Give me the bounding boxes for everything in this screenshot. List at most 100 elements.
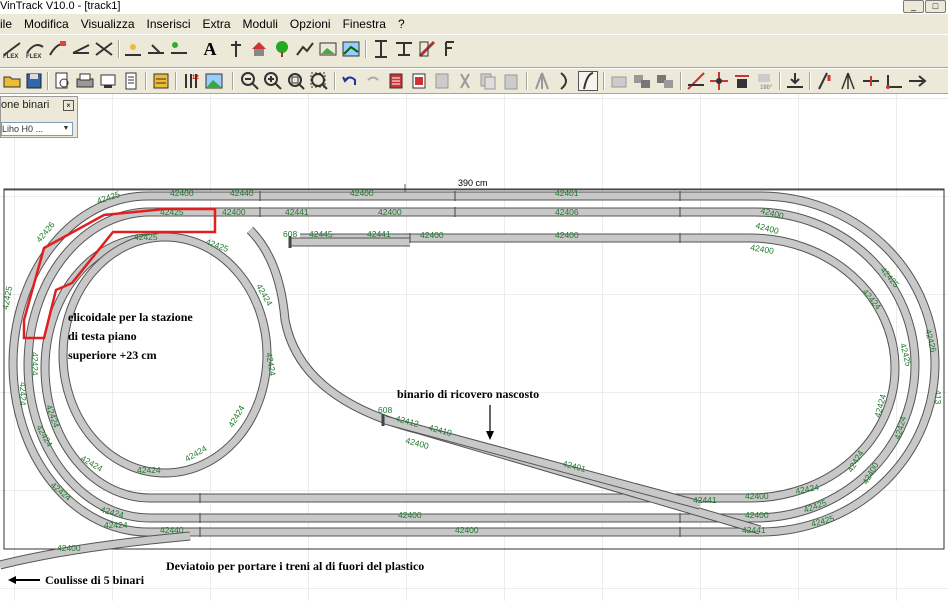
track-label: 42424 [104,520,128,530]
track-label: 42400 [420,230,444,240]
zoom-fit-icon[interactable] [309,71,329,91]
ungroup-icon[interactable] [632,71,652,91]
dimension-label: 390 cm [458,178,488,188]
image-icon[interactable] [204,71,224,91]
text-insert-icon[interactable]: A [200,39,220,59]
delete-icon[interactable] [455,71,475,91]
hidden-siding-note: binario di ricovero nascosto [397,387,539,401]
grid-icon[interactable]: 12 [181,71,201,91]
track-label: 42425 [160,207,184,217]
menu-file[interactable]: ile [0,17,18,31]
track-label: 42400 [350,188,374,198]
split-icon[interactable] [815,71,835,91]
track-label: 42441 [367,229,391,239]
f-tool-icon[interactable] [440,39,460,59]
tree-icon[interactable] [272,39,292,59]
arrange-icon[interactable] [655,71,675,91]
flex-tool-icon[interactable] [578,71,598,91]
picture-icon[interactable] [318,39,338,59]
height-icon[interactable] [341,39,361,59]
track-system-value: Liho H0 ... [2,124,44,134]
switch-icon[interactable] [532,71,552,91]
rotate-180-icon[interactable]: 180° [755,71,775,91]
move-icon[interactable] [709,71,729,91]
maximize-button[interactable]: □ [925,0,946,13]
cut-track-icon[interactable] [861,71,881,91]
page-icon[interactable] [121,71,141,91]
menu-extra[interactable]: Extra [197,17,237,31]
flex-track-2-icon[interactable]: FLEX [25,39,45,59]
turnout-icon[interactable] [71,39,91,59]
connect-icon[interactable] [146,39,166,59]
cut-icon[interactable] [432,71,452,91]
pen-icon[interactable] [394,39,414,59]
menu-modifica[interactable]: Modifica [18,17,75,31]
minimize-button[interactable]: _ [903,0,924,13]
svg-text:FLEX: FLEX [26,54,41,59]
track-system-select[interactable]: Liho H0 ... ▼ [1,122,73,136]
flex-track-icon[interactable]: FLEX [2,39,22,59]
layout-canvas[interactable]: 390 cm 42400 42440 42400 42401 42425 424… [0,94,948,601]
track-library-panel[interactable]: one binari × Liho H0 ... ▼ [0,96,78,138]
print-setup-icon[interactable] [98,71,118,91]
track-label: 42445 [309,229,333,239]
track-label: 42400 [222,207,246,217]
align-icon[interactable] [785,71,805,91]
track-label: 42441 [285,207,309,217]
undo-icon[interactable] [340,71,360,91]
track-label: 42400 [745,510,769,520]
track-label: 42400 [555,230,579,240]
track-label: 42424 [137,465,161,475]
end-icon[interactable] [907,71,927,91]
redo-icon[interactable] [363,71,383,91]
track-label: 42441 [693,495,717,505]
open-icon[interactable] [2,71,22,91]
copy-icon[interactable] [386,71,406,91]
title-bar: VinTrack V10.0 - [track1] _ □ [0,0,948,14]
helix-note-line3: superiore +23 cm [68,348,157,362]
rotate-icon[interactable] [732,71,752,91]
zoom-in-icon[interactable] [263,71,283,91]
join-icon[interactable] [838,71,858,91]
text-tool-icon[interactable] [169,39,189,59]
track-label: 42400 [398,510,422,520]
chevron-down-icon: ▼ [62,125,70,132]
track-label: 42400 [745,491,769,501]
signal-icon[interactable] [226,39,246,59]
landscape-icon[interactable] [295,39,315,59]
building-icon[interactable] [249,39,269,59]
ruler-icon[interactable] [123,39,143,59]
print-icon[interactable] [75,71,95,91]
window-title: VinTrack V10.0 - [track1] [0,0,121,12]
zoom-window-icon[interactable] [286,71,306,91]
coulisse-note: Coulisse di 5 binari [45,573,145,587]
menu-moduli[interactable]: Moduli [237,17,284,31]
menu-visualizza[interactable]: Visualizza [75,17,141,31]
crossing-icon[interactable] [94,39,114,59]
curve-icon[interactable] [48,39,68,59]
scale-icon[interactable] [417,39,437,59]
zoom-out-icon[interactable] [240,71,260,91]
measure-icon[interactable] [686,71,706,91]
group-icon[interactable] [609,71,629,91]
curve-tool-icon[interactable] [555,71,575,91]
paste-icon[interactable] [409,71,429,91]
panel-title: one binari [1,99,50,111]
library-icon[interactable] [151,71,171,91]
deviatoio-note: Deviatoio per portare i treni al di fuor… [166,559,424,573]
save-icon[interactable] [24,71,44,91]
panel-close-button[interactable]: × [63,100,74,111]
menu-opzioni[interactable]: Opzioni [284,17,337,31]
menu-help[interactable]: ? [392,17,411,31]
clipboard-icon[interactable] [478,71,498,91]
ramp-icon[interactable] [371,39,391,59]
helix-note-line1: elicoidale per la stazione [68,310,193,324]
menu-inserisci[interactable]: Inserisci [141,17,197,31]
track-layout-drawing[interactable]: 390 cm 42400 42440 42400 42401 42425 424… [0,94,948,601]
clipboard-2-icon[interactable] [501,71,521,91]
toolbar-bottom: 12 180° [0,68,948,94]
connect-track-icon[interactable] [884,71,904,91]
menu-finestra[interactable]: Finestra [337,17,392,31]
track-label: 608 [378,405,392,415]
preview-icon[interactable] [52,71,72,91]
